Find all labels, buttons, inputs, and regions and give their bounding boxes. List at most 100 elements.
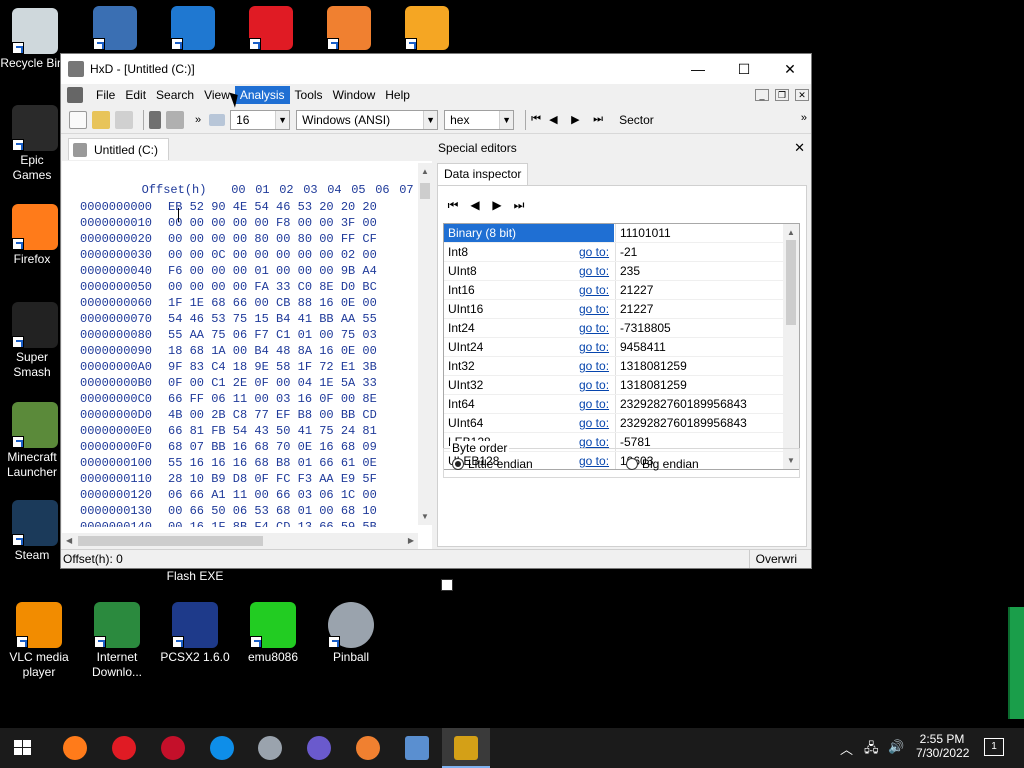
inspector-row[interactable]: UInt64 go to: 2329282760189956843 bbox=[444, 414, 784, 433]
desktop-icon[interactable] bbox=[322, 6, 376, 52]
goto-link[interactable]: go to: bbox=[579, 338, 609, 357]
hex-row[interactable]: 0000000060 1F 1E 68 66 00 CB 88 16 0E 00 bbox=[62, 295, 377, 311]
goto-link[interactable]: go to: bbox=[579, 414, 609, 433]
hex-row[interactable]: 0000000090 18 68 1A 00 B4 48 8A 16 0E 00 bbox=[62, 343, 377, 359]
hex-row[interactable]: 0000000100 55 16 16 16 68 B8 01 66 61 0E bbox=[62, 455, 377, 471]
inspector-row[interactable]: Int8 go to: -21 bbox=[444, 243, 784, 262]
scroll-right-icon[interactable]: ▶ bbox=[408, 536, 414, 545]
hex-bytes[interactable]: 00 00 0C 00 00 00 00 00 02 00 bbox=[168, 248, 377, 262]
data-inspector-tab[interactable]: Data inspector bbox=[437, 163, 529, 185]
hex-vertical-scrollbar[interactable]: ▲ ▼ bbox=[418, 163, 432, 525]
hex-row[interactable]: 0000000110 28 10 B9 D8 0F FC F3 AA E9 5F bbox=[62, 471, 377, 487]
flash-exe-label[interactable]: Flash EXE bbox=[156, 569, 234, 584]
close-icon[interactable]: ✕ bbox=[794, 140, 805, 156]
first-icon[interactable]: ⏮ bbox=[446, 198, 460, 213]
hex-bytes[interactable]: F6 00 00 00 01 00 00 00 9B A4 bbox=[168, 264, 377, 278]
hex-basis-checkbox[interactable]: Hexadecimal basis (for integral numbers) bbox=[441, 578, 676, 592]
notification-icon[interactable]: 1 bbox=[984, 738, 1004, 756]
prev-sector-icon[interactable]: ◀ bbox=[549, 113, 571, 126]
inspector-value[interactable]: -21 bbox=[615, 243, 784, 262]
goto-link[interactable]: go to: bbox=[579, 262, 609, 281]
save-icon[interactable] bbox=[115, 110, 133, 129]
hex-bytes[interactable]: 66 FF 06 11 00 03 16 0F 00 8E bbox=[168, 392, 377, 406]
mdi-minimize-button[interactable]: _ bbox=[755, 89, 769, 101]
goto-link[interactable]: go to: bbox=[579, 281, 609, 300]
goto-link[interactable]: go to: bbox=[579, 357, 609, 376]
goto-link[interactable]: go to: bbox=[579, 319, 609, 338]
hex-grid[interactable]: Offset(h)00010203040506070809 0000000000… bbox=[62, 163, 420, 527]
menu-item-search[interactable]: Search bbox=[151, 86, 199, 104]
scroll-left-icon[interactable]: ◀ bbox=[66, 536, 72, 545]
inspector-value[interactable]: 21227 bbox=[615, 281, 784, 300]
display-mode-select[interactable]: hex ▼ bbox=[444, 109, 515, 130]
hex-bytes[interactable]: 00 00 00 00 80 00 80 00 FF CF bbox=[168, 232, 377, 246]
menu-item-tools[interactable]: Tools bbox=[290, 86, 328, 104]
hex-row[interactable]: 00000000D0 4B 00 2B C8 77 EF B8 00 BB CD bbox=[62, 407, 377, 423]
hex-bytes[interactable]: EB 52 90 4E 54 46 53 20 20 20 bbox=[168, 200, 377, 214]
hex-bytes[interactable]: 9F 83 C4 18 9E 58 1F 72 E1 3B bbox=[168, 360, 377, 374]
title-bar[interactable]: HxD - [Untitled (C:)] — ☐ ✕ bbox=[61, 54, 811, 84]
charset-select[interactable]: Windows (ANSI) ▼ bbox=[296, 109, 439, 130]
volume-icon[interactable]: 🔊 bbox=[888, 739, 904, 755]
next-icon[interactable]: ▶ bbox=[490, 198, 504, 213]
inspector-row[interactable]: UInt8 go to: 235 bbox=[444, 262, 784, 281]
hex-bytes[interactable]: 55 AA 75 06 F7 C1 01 00 75 03 bbox=[168, 328, 377, 342]
desktop-icon[interactable]: VLC media player bbox=[0, 602, 78, 680]
scroll-thumb[interactable] bbox=[78, 536, 263, 546]
hex-bytes[interactable]: 55 16 16 16 68 B8 01 66 61 0E bbox=[168, 456, 377, 470]
chevron-up-icon[interactable]: ︿ bbox=[840, 739, 853, 758]
maximize-button[interactable]: ☐ bbox=[721, 54, 767, 84]
hex-bytes[interactable]: 28 10 B9 D8 0F FC F3 AA E9 5F bbox=[168, 472, 377, 486]
hex-horizontal-scrollbar[interactable]: ◀ ▶ bbox=[62, 533, 418, 549]
hex-row[interactable]: 00000000F0 68 07 BB 16 68 70 0E 16 68 09 bbox=[62, 439, 377, 455]
inspector-row[interactable]: UInt16 go to: 21227 bbox=[444, 300, 784, 319]
last-icon[interactable]: ⏭ bbox=[512, 198, 526, 213]
hex-row[interactable]: 00000000B0 0F 00 C1 2E 0F 00 04 1E 5A 33 bbox=[62, 375, 377, 391]
toolbar-overflow-icon[interactable]: » bbox=[195, 114, 201, 126]
inspector-row[interactable]: Int24 go to: -7318805 bbox=[444, 319, 784, 338]
open-file-icon[interactable] bbox=[92, 110, 110, 129]
inspector-row[interactable]: Binary (8 bit) 11101011 bbox=[444, 224, 784, 243]
inspector-value[interactable]: 1318081259 bbox=[615, 357, 784, 376]
hex-row[interactable]: 0000000040 F6 00 00 00 01 00 00 00 9B A4 bbox=[62, 263, 377, 279]
inspector-row[interactable]: Int64 go to: 2329282760189956843 bbox=[444, 395, 784, 414]
taskbar-pinball-icon[interactable] bbox=[258, 736, 282, 760]
scroll-up-icon[interactable]: ▲ bbox=[787, 228, 795, 237]
menu-item-help[interactable]: Help bbox=[380, 86, 415, 104]
menu-item-edit[interactable]: Edit bbox=[120, 86, 151, 104]
hex-bytes[interactable]: 00 66 50 06 53 68 01 00 68 10 bbox=[168, 504, 377, 518]
prev-icon[interactable]: ◀ bbox=[468, 198, 482, 213]
inspector-value[interactable]: 2329282760189956843 bbox=[615, 414, 784, 433]
delete-icon[interactable] bbox=[149, 110, 161, 129]
taskbar-opera-gx-icon[interactable] bbox=[161, 736, 185, 760]
hex-row[interactable]: 00000000A0 9F 83 C4 18 9E 58 1F 72 E1 3B bbox=[62, 359, 377, 375]
hex-row[interactable]: 00000000C0 66 FF 06 11 00 03 16 0F 00 8E bbox=[62, 391, 377, 407]
hex-bytes[interactable]: 1F 1E 68 66 00 CB 88 16 0E 00 bbox=[168, 296, 377, 310]
document-tab[interactable]: Untitled (C:) bbox=[68, 138, 170, 160]
inspector-value[interactable]: 9458411 bbox=[615, 338, 784, 357]
goto-link[interactable]: go to: bbox=[579, 376, 609, 395]
taskbar-calculator-icon[interactable] bbox=[405, 736, 429, 760]
inspector-value[interactable]: 21227 bbox=[615, 300, 784, 319]
toolbar-overflow-icon[interactable]: » bbox=[801, 112, 807, 124]
scroll-up-icon[interactable]: ▲ bbox=[421, 167, 429, 176]
menu-item-window[interactable]: Window bbox=[328, 86, 381, 104]
hex-row[interactable]: 0000000070 54 46 53 75 15 B4 41 BB AA 55 bbox=[62, 311, 377, 327]
taskbar-teamviewer-icon[interactable] bbox=[210, 736, 234, 760]
minimize-button[interactable]: — bbox=[675, 54, 721, 84]
bytes-per-row-select[interactable]: 16 ▼ bbox=[230, 109, 291, 130]
close-button[interactable]: ✕ bbox=[767, 54, 813, 84]
scroll-thumb[interactable] bbox=[420, 183, 430, 199]
inspector-row[interactable]: Int32 go to: 1318081259 bbox=[444, 357, 784, 376]
goto-link[interactable]: go to: bbox=[579, 300, 609, 319]
menu-item-file[interactable]: File bbox=[91, 86, 120, 104]
first-sector-icon[interactable]: ⏮ bbox=[531, 113, 549, 126]
inspector-row[interactable]: UInt24 go to: 9458411 bbox=[444, 338, 784, 357]
scroll-thumb[interactable] bbox=[786, 240, 796, 325]
desktop-icon[interactable] bbox=[88, 6, 142, 52]
mdi-restore-button[interactable]: ❐ bbox=[775, 89, 789, 101]
start-button[interactable] bbox=[14, 740, 32, 756]
next-sector-icon[interactable]: ▶ bbox=[571, 113, 593, 126]
hex-row[interactable]: 0000000010 00 00 00 00 00 F8 00 00 3F 00 bbox=[62, 215, 377, 231]
desktop-icon[interactable] bbox=[166, 6, 220, 52]
